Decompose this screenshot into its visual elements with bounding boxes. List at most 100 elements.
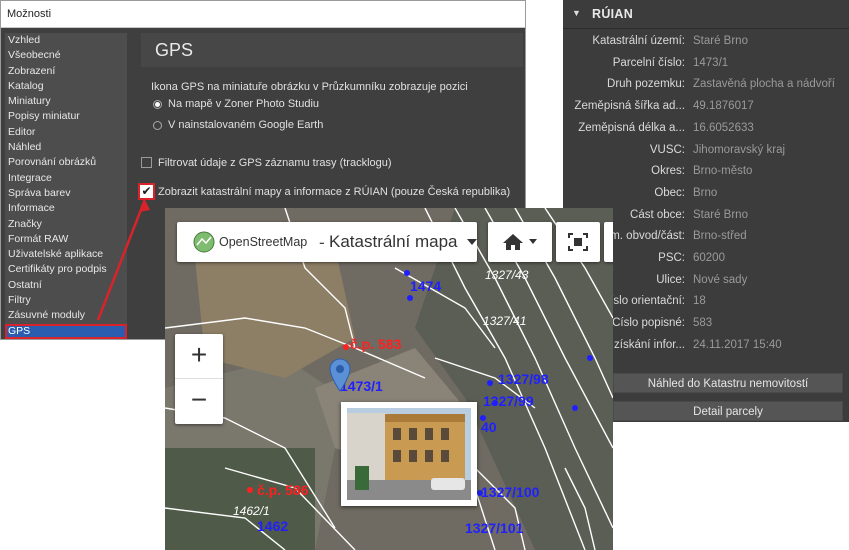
category-item[interactable]: Informace — [5, 201, 127, 216]
ruian-field-row: Zeměpisná délka a... 16.6052633 — [563, 122, 849, 141]
ruian-field-value: 60200 — [693, 252, 725, 264]
dialog-titlebar: Možnosti — [1, 1, 525, 28]
category-item[interactable]: Uživatelské aplikace — [5, 247, 127, 262]
category-item[interactable]: Ostatní — [5, 278, 127, 293]
category-item[interactable]: Vzhled — [5, 33, 127, 48]
map-type-selector[interactable]: OpenStreetMap - Katastrální mapa — [177, 222, 477, 262]
parcel-label: 1327/101 — [465, 520, 524, 536]
cadastre-preview-button[interactable]: Náhled do Katastru nemovitostí — [613, 373, 843, 393]
category-item[interactable]: Popisy miniatur — [5, 109, 127, 124]
ruian-field-value: 1473/1 — [693, 56, 729, 69]
ruian-field-label: Zeměpisná délka a... — [578, 121, 685, 134]
building-photo — [347, 408, 471, 500]
zoom-out-button[interactable]: − — [175, 379, 223, 423]
ruian-field-label: VÚSC: — [649, 143, 685, 156]
ruian-header[interactable]: ▼ RÚIAN — [563, 0, 849, 29]
category-item[interactable]: Náhled — [5, 140, 127, 155]
parcel-label: 1327/100 — [481, 484, 540, 500]
category-item[interactable]: Certifikáty pro podpis — [5, 262, 127, 277]
ruian-field-value: 583 — [693, 317, 713, 330]
ruian-field-value: Jihomoravský kraj — [693, 143, 786, 156]
ruian-field-row: Okres: Brno-město — [563, 165, 849, 184]
category-item[interactable]: Miniatury — [5, 94, 127, 109]
category-item[interactable]: Integrace — [5, 171, 127, 186]
ruian-field-value: 18 — [693, 295, 706, 308]
ruian-field-value: Nové sady — [693, 273, 748, 286]
location-pin-icon[interactable] — [329, 358, 351, 392]
show-ruian-label[interactable]: Zobrazit katastrální mapy a informace z … — [158, 186, 510, 198]
category-item[interactable]: Značky — [5, 217, 127, 232]
dialog-title: Možnosti — [7, 8, 52, 20]
parcel-label: 40 — [481, 419, 497, 435]
openstreetmap-logo-icon — [193, 231, 215, 253]
ruian-field-label: Katastrální území: — [592, 35, 685, 47]
category-item[interactable]: Filtry — [5, 293, 127, 308]
parcel-label: 1462 — [257, 518, 289, 534]
ruian-field-label: Obec: — [654, 186, 685, 199]
parcel-label: 1327/98 — [498, 371, 549, 387]
map-type-label: Katastrální mapa — [329, 232, 458, 251]
ruian-field-value: Staré Brno — [693, 35, 748, 47]
parcel-label: 1474 — [410, 278, 442, 294]
ruian-field-row: VÚSC: Jihomoravský kraj — [563, 144, 849, 163]
ruian-field-label: Druh pozemku: — [607, 78, 685, 91]
filter-tracklog-label[interactable]: Filtrovat údaje z GPS záznamu trasy (tra… — [158, 157, 392, 169]
category-item[interactable]: Editor — [5, 125, 127, 140]
ruian-field-value: Brno-střed — [693, 230, 747, 243]
ruian-field-value: Zastavěná plocha a nádvoří — [693, 78, 835, 91]
layers-button[interactable] — [604, 222, 613, 262]
category-item[interactable]: Zobrazení — [5, 64, 127, 79]
ruian-field-label: Parcelní číslo: — [612, 56, 685, 69]
category-item[interactable]: GPS — [5, 323, 127, 339]
ruian-field-row: Parcelní číslo: 1473/1 — [563, 57, 849, 76]
parcel-line-label: 1462/1 — [233, 504, 270, 518]
ruian-field-row: Obec: Brno — [563, 187, 849, 206]
parcel-line-label: 1327/43 — [485, 268, 529, 282]
ruian-field-value: Brno-město — [693, 165, 753, 178]
ruian-field-row: Druh pozemku: Zastavěná plocha a nádvoří — [563, 78, 849, 97]
ruian-field-label: Zeměpisná šířka ad... — [574, 100, 685, 113]
ruian-field-row: Katastrální území: Staré Brno — [563, 35, 849, 54]
radio-google-earth-label[interactable]: V nainstalovaném Google Earth — [168, 119, 323, 131]
house-number-label: č.p. 583 — [350, 336, 402, 352]
category-item[interactable]: Katalog — [5, 79, 127, 94]
page-title: GPS — [141, 33, 523, 67]
filter-tracklog-checkbox[interactable] — [141, 157, 152, 168]
ruian-field-row: Zeměpisná šířka ad... 49.1876017 — [563, 100, 849, 119]
ruian-field-label: Okres: — [651, 165, 685, 178]
radio-zoner-map-label[interactable]: Na mapě v Zoner Photo Studiu — [168, 98, 319, 110]
chevron-down-icon[interactable] — [467, 239, 477, 245]
category-list: Vzhled Všeobecné Zobrazení Katalog Miniatury… — [5, 33, 127, 339]
map-provider-label: OpenStreetMap — [219, 235, 308, 249]
home-icon — [503, 234, 523, 250]
radio-google-earth[interactable] — [153, 121, 162, 130]
zoom-control: + − — [175, 334, 223, 424]
category-item[interactable]: Porovnání obrázků — [5, 155, 127, 170]
house-number-label: č.p. 586 — [257, 482, 309, 498]
cadastral-map[interactable]: 1474 č.p. 583 1473/1 1327/98 1327/99 40 … — [165, 208, 613, 550]
category-item[interactable]: Zásuvné moduly — [5, 308, 127, 323]
category-item[interactable]: Formát RAW — [5, 232, 127, 247]
fullscreen-icon — [568, 233, 588, 251]
map-provider-separator: - — [319, 233, 325, 252]
ruian-title: RÚIAN — [592, 7, 634, 21]
ruian-field-value: 24.11.2017 15:40 — [693, 338, 782, 351]
photo-thumbnail[interactable] — [341, 402, 477, 506]
parcel-line-label: 1327/41 — [483, 314, 527, 328]
category-item[interactable]: Správa barev — [5, 186, 127, 201]
collapse-triangle-icon[interactable]: ▼ — [572, 8, 581, 18]
ruian-field-value: 16.6052633 — [693, 121, 754, 134]
home-button[interactable] — [488, 222, 552, 262]
parcel-detail-button[interactable]: Detail parcely — [613, 401, 843, 421]
gps-icon-group-label: Ikona GPS na miniatuře obrázku v Průzkum… — [151, 81, 468, 93]
show-ruian-checkbox[interactable]: ✔ — [138, 183, 155, 200]
ruian-field-value: 49.1876017 — [693, 100, 754, 113]
parcel-label: 1327/99 — [483, 393, 534, 409]
ruian-field-value: Brno — [693, 186, 718, 199]
fit-bounds-button[interactable] — [556, 222, 600, 262]
radio-zoner-map[interactable] — [153, 100, 162, 109]
ruian-field-value: Staré Brno — [693, 208, 748, 221]
zoom-in-button[interactable]: + — [175, 334, 223, 379]
category-item[interactable]: Všeobecné — [5, 48, 127, 63]
chevron-down-icon[interactable] — [529, 239, 537, 244]
